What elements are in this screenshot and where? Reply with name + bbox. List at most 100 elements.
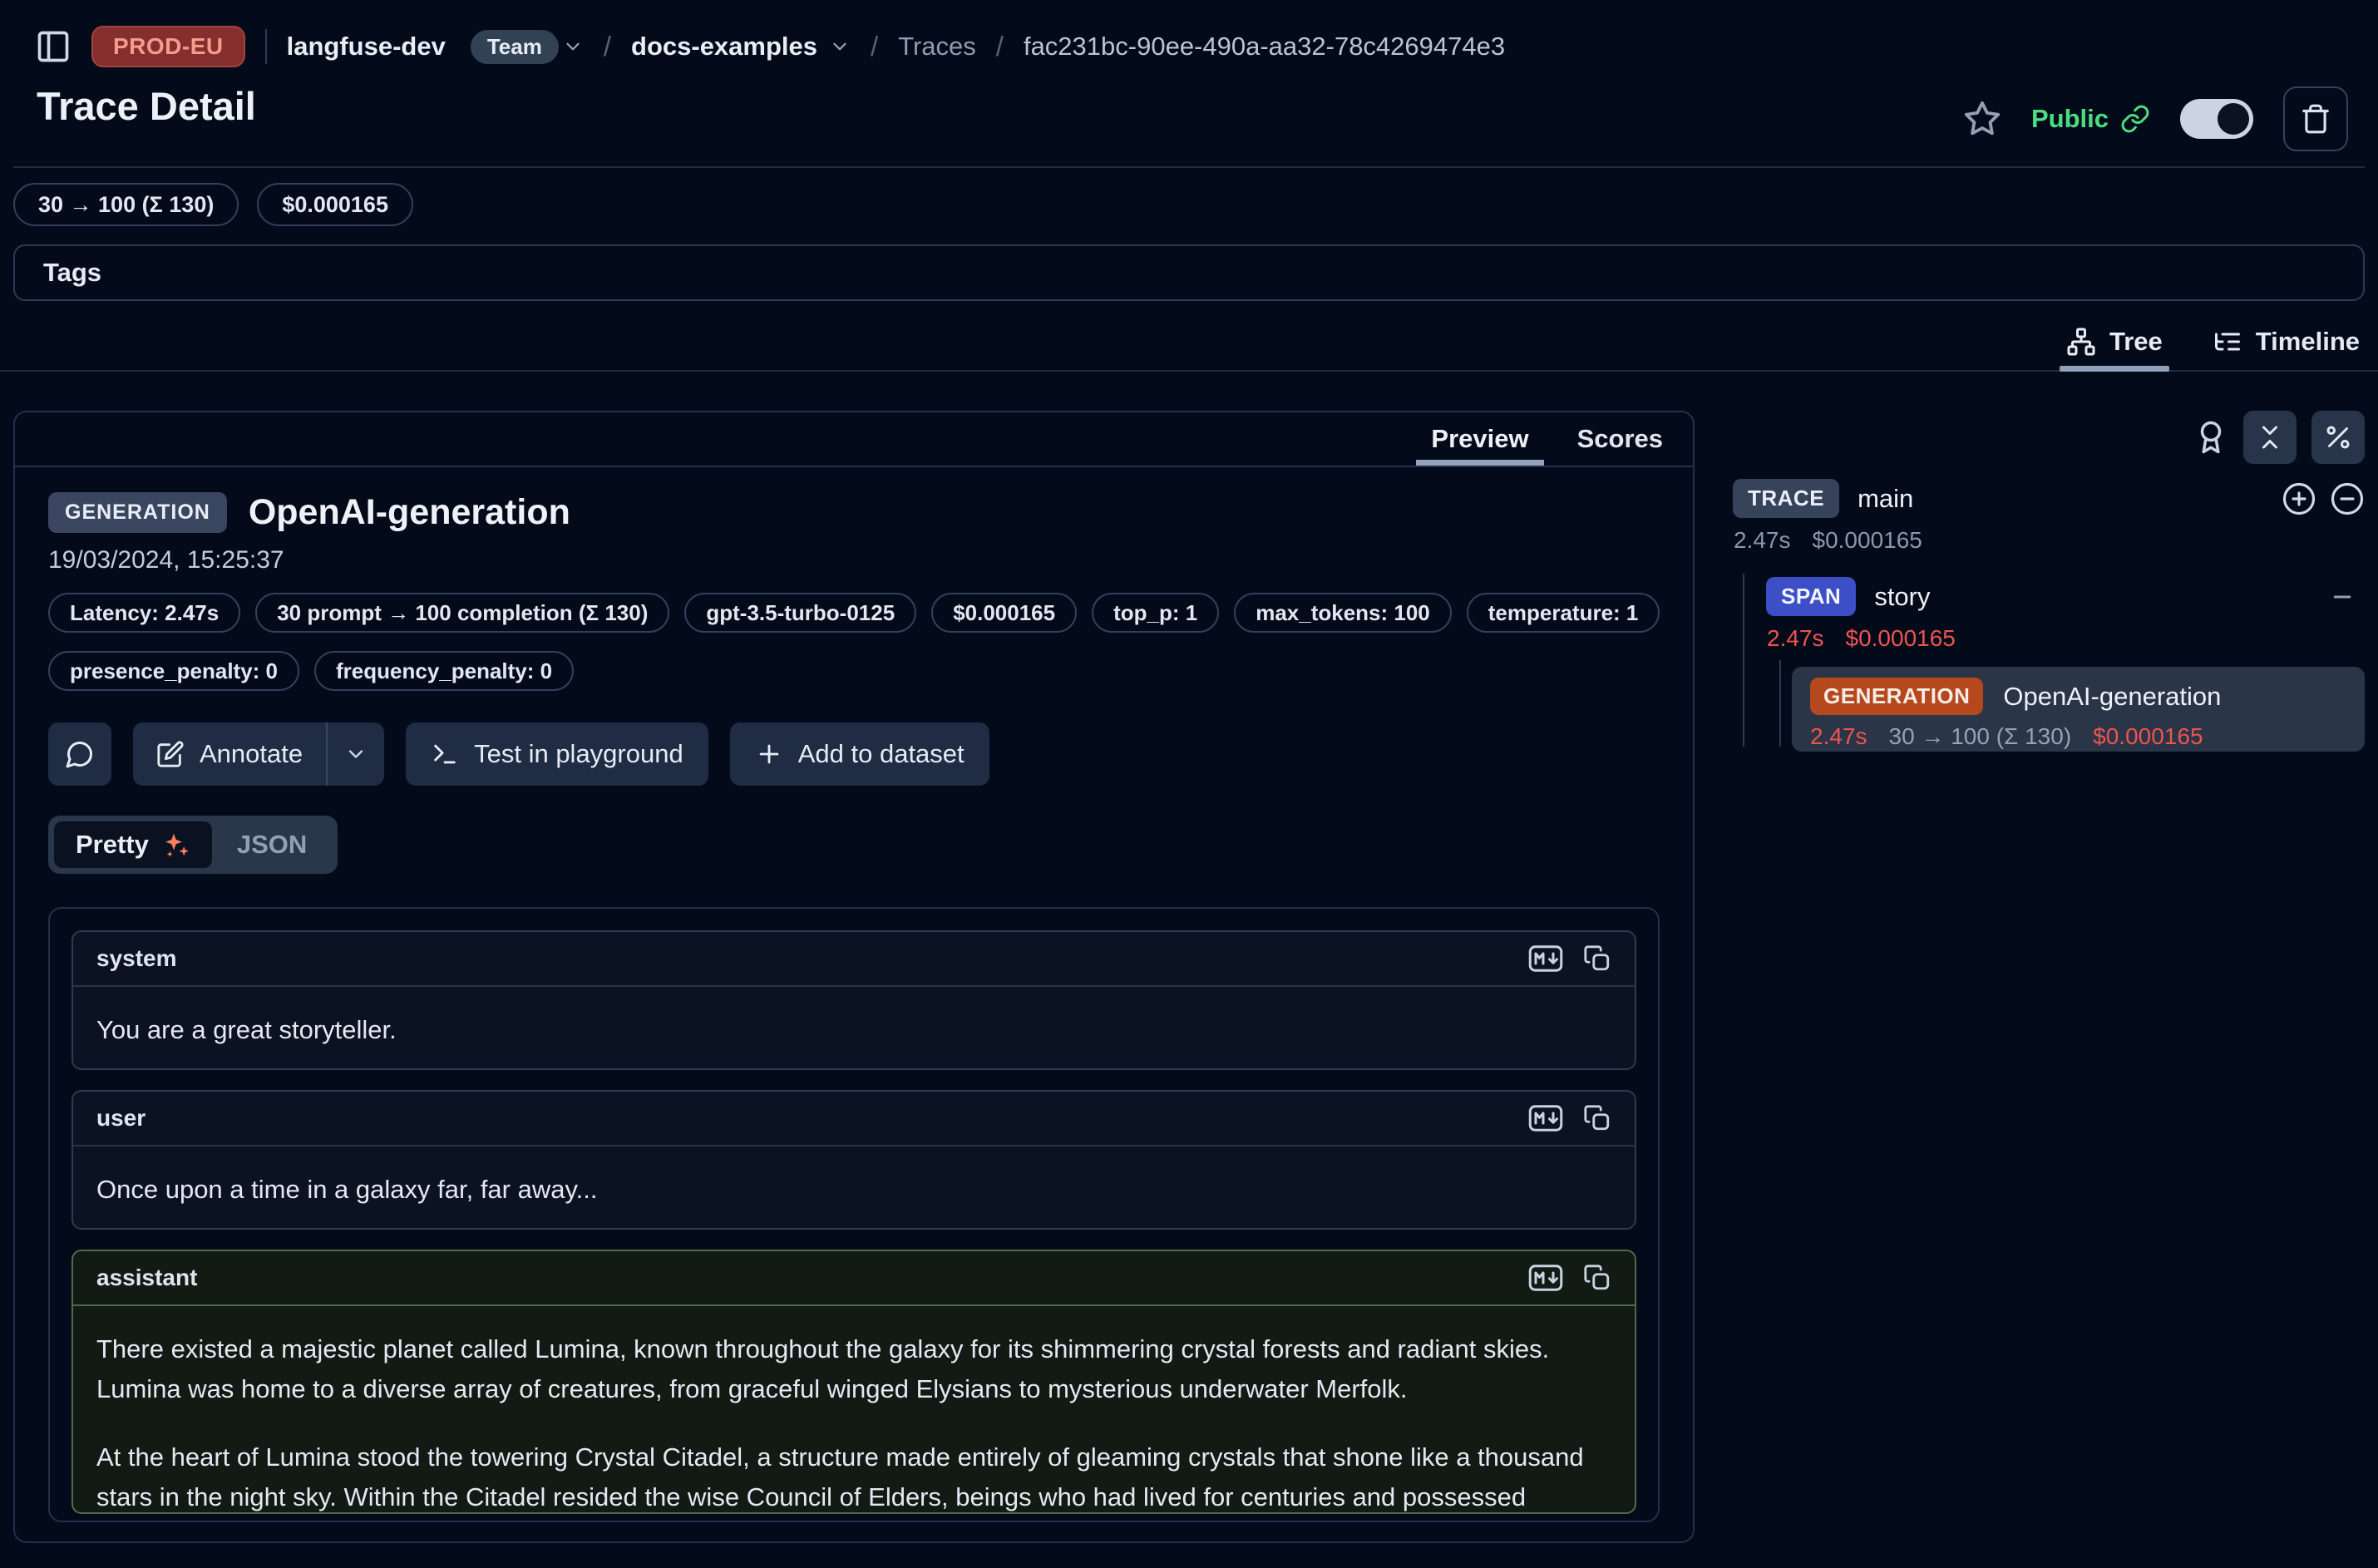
tree-node-generation-selected[interactable]: GENERATION OpenAI-generation 2.47s 30 → … [1792,667,2365,752]
tags-section[interactable]: Tags [13,244,2365,301]
message-content: You are a great storyteller. [73,987,1635,1070]
observation-header: GENERATION OpenAI-generation [48,492,1660,533]
circle-plus-icon[interactable] [2282,481,2316,516]
trace-name: main [1858,484,1913,514]
parameter-badges-row-2: presence_penalty: 0 frequency_penalty: 0 [48,651,1660,691]
link-icon [2120,104,2150,134]
bookmark-star-icon[interactable] [1963,100,2001,138]
message-content: Once upon a time in a galaxy far, far aw… [73,1146,1635,1230]
tree-node-trace[interactable]: TRACE main [1733,479,2365,518]
observation-title: OpenAI-generation [249,492,570,533]
delete-trace-button[interactable] [2283,86,2348,151]
copy-icon[interactable] [1583,1264,1611,1292]
tree-guide-line [1779,660,1781,747]
annotate-split-button: Annotate [133,722,384,786]
header-actions: Public [1963,86,2348,151]
view-tabs: Tree Timeline [2066,318,2360,366]
collapse-node-icon[interactable] [2330,584,2355,609]
tab-timeline[interactable]: Timeline [2213,318,2360,366]
tab-scores[interactable]: Scores [1577,412,1663,466]
page-title: Trace Detail [37,83,256,129]
breadcrumb: PROD-EU langfuse-dev Team / docs-example… [35,22,2345,71]
presence-penalty-badge: presence_penalty: 0 [48,651,299,691]
annotate-dropdown-button[interactable] [328,722,384,786]
format-toggle: Pretty JSON [48,816,338,874]
assistant-paragraph: At the heart of Lumina stood the towerin… [96,1437,1611,1514]
tags-label: Tags [43,258,101,288]
markdown-toggle-icon[interactable] [1528,1264,1563,1292]
timeline-icon [2213,327,2242,357]
tab-tree-label: Tree [2109,327,2163,357]
circle-minus-icon[interactable] [2330,481,2365,516]
message-user: user Once upon a time in a galaxy far, f… [72,1090,1636,1230]
observation-type-badge: GENERATION [48,492,227,533]
add-to-dataset-button[interactable]: Add to dataset [730,722,989,786]
generation-metrics: 2.47s 30 → 100 (Σ 130) $0.000165 [1810,723,2346,750]
token-usage-badge: 30 → 100 (Σ 130) [13,183,239,226]
messages-container: system You are a great storyteller. user [48,907,1660,1522]
plus-icon [755,740,783,768]
generation-latency: 2.47s [1810,723,1867,750]
trace-detail-page: { "breadcrumb": { "env_badge": "PROD-EU"… [0,0,2378,1568]
public-toggle[interactable] [2180,99,2253,139]
message-header: system [73,932,1635,987]
format-pretty-option[interactable]: Pretty [54,821,212,868]
cost-badge: $0.000165 [931,593,1077,633]
comment-icon [65,739,95,769]
award-icon[interactable] [2193,420,2228,455]
trace-summary-badges: 30 → 100 (Σ 130) $0.000165 [13,183,413,226]
format-json-option[interactable]: JSON [212,821,332,868]
tree-node-span[interactable]: SPAN story [1766,577,2365,616]
max-tokens-badge: max_tokens: 100 [1234,593,1452,633]
generation-tokens: 30 → 100 (Σ 130) [1889,723,2072,750]
tabs-divider [0,370,2378,372]
project-selector[interactable]: docs-examples [631,32,851,62]
header-divider [13,166,2365,168]
parameter-badges-row-1: Latency: 2.47s 30 prompt → 100 completio… [48,593,1660,633]
copy-icon[interactable] [1583,944,1611,973]
message-header-icons [1528,1104,1611,1132]
message-role: user [96,1105,146,1132]
comments-button[interactable] [48,722,111,786]
breadcrumb-project: docs-examples [631,32,817,62]
tree-guide-line [1743,574,1744,747]
pretty-label: Pretty [76,830,149,860]
playground-label: Test in playground [474,739,683,769]
annotate-label: Annotate [200,739,303,769]
tab-tree[interactable]: Tree [2066,318,2163,366]
active-tab-indicator [2060,366,2169,372]
generation-cost: $0.000165 [2093,723,2203,750]
test-in-playground-button[interactable]: Test in playground [406,722,708,786]
org-selector[interactable]: Team [466,30,584,64]
breadcrumb-traces-link[interactable]: Traces [898,32,976,62]
tab-timeline-label: Timeline [2256,327,2360,357]
breadcrumb-slash: / [604,31,611,62]
observation-panel: Preview Scores GENERATION OpenAI-generat… [13,411,1695,1543]
message-header-icons [1528,944,1611,973]
environment-badge[interactable]: PROD-EU [91,26,245,67]
copy-icon[interactable] [1583,1104,1611,1132]
trace-tree-panel: TRACE main 2.47s $0.000165 SPAN story 2.… [1713,411,2365,1558]
message-header: assistant [73,1251,1635,1306]
metrics-percent-button[interactable] [2311,411,2365,464]
public-link[interactable]: Public [2031,104,2150,134]
tab-preview-label: Preview [1431,424,1528,454]
frequency-penalty-badge: frequency_penalty: 0 [314,651,574,691]
generation-node-header: GENERATION OpenAI-generation [1810,678,2346,715]
add-to-dataset-label: Add to dataset [798,739,965,769]
message-content: There existed a majestic planet called L… [73,1306,1635,1514]
sidebar-toggle-icon[interactable] [35,28,72,65]
active-tab-indicator [1416,460,1543,466]
span-name: story [1874,582,1930,612]
model-badge[interactable]: gpt-3.5-turbo-0125 [684,593,916,633]
collapse-all-button[interactable] [2243,411,2297,464]
top-p-badge: top_p: 1 [1092,593,1219,633]
latency-badge: Latency: 2.47s [48,593,240,633]
chevrons-down-up-icon [2255,422,2285,452]
breadcrumb-org[interactable]: langfuse-dev [287,32,446,62]
markdown-toggle-icon[interactable] [1528,1104,1563,1132]
tab-preview[interactable]: Preview [1431,412,1528,466]
annotate-button[interactable]: Annotate [133,722,326,786]
markdown-toggle-icon[interactable] [1528,944,1563,973]
trace-type-badge: TRACE [1733,479,1839,518]
